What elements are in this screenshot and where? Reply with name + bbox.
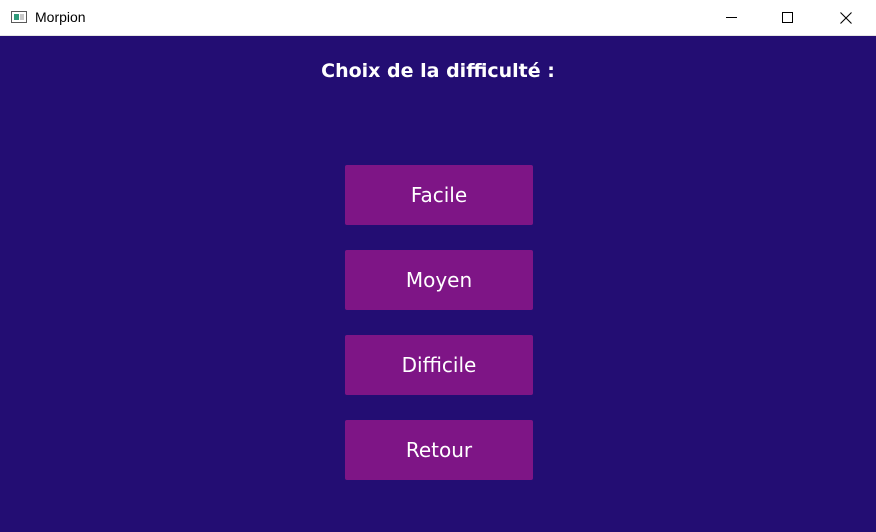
maximize-button[interactable] xyxy=(760,0,818,36)
easy-button[interactable]: Facile xyxy=(345,165,533,225)
back-button[interactable]: Retour xyxy=(345,420,533,480)
close-icon xyxy=(840,12,852,24)
app-window: Morpion Choix de la difficulté : Facile … xyxy=(0,0,876,532)
close-button[interactable] xyxy=(818,0,876,36)
app-icon xyxy=(11,11,27,23)
page-title: Choix de la difficulté : xyxy=(321,60,555,82)
minimize-button[interactable] xyxy=(702,0,760,36)
title-bar: Morpion xyxy=(0,0,876,36)
medium-button[interactable]: Moyen xyxy=(345,250,533,310)
maximize-icon xyxy=(782,12,793,23)
window-title: Morpion xyxy=(35,9,86,25)
hard-button[interactable]: Difficile xyxy=(345,335,533,395)
minimize-icon xyxy=(726,17,737,18)
